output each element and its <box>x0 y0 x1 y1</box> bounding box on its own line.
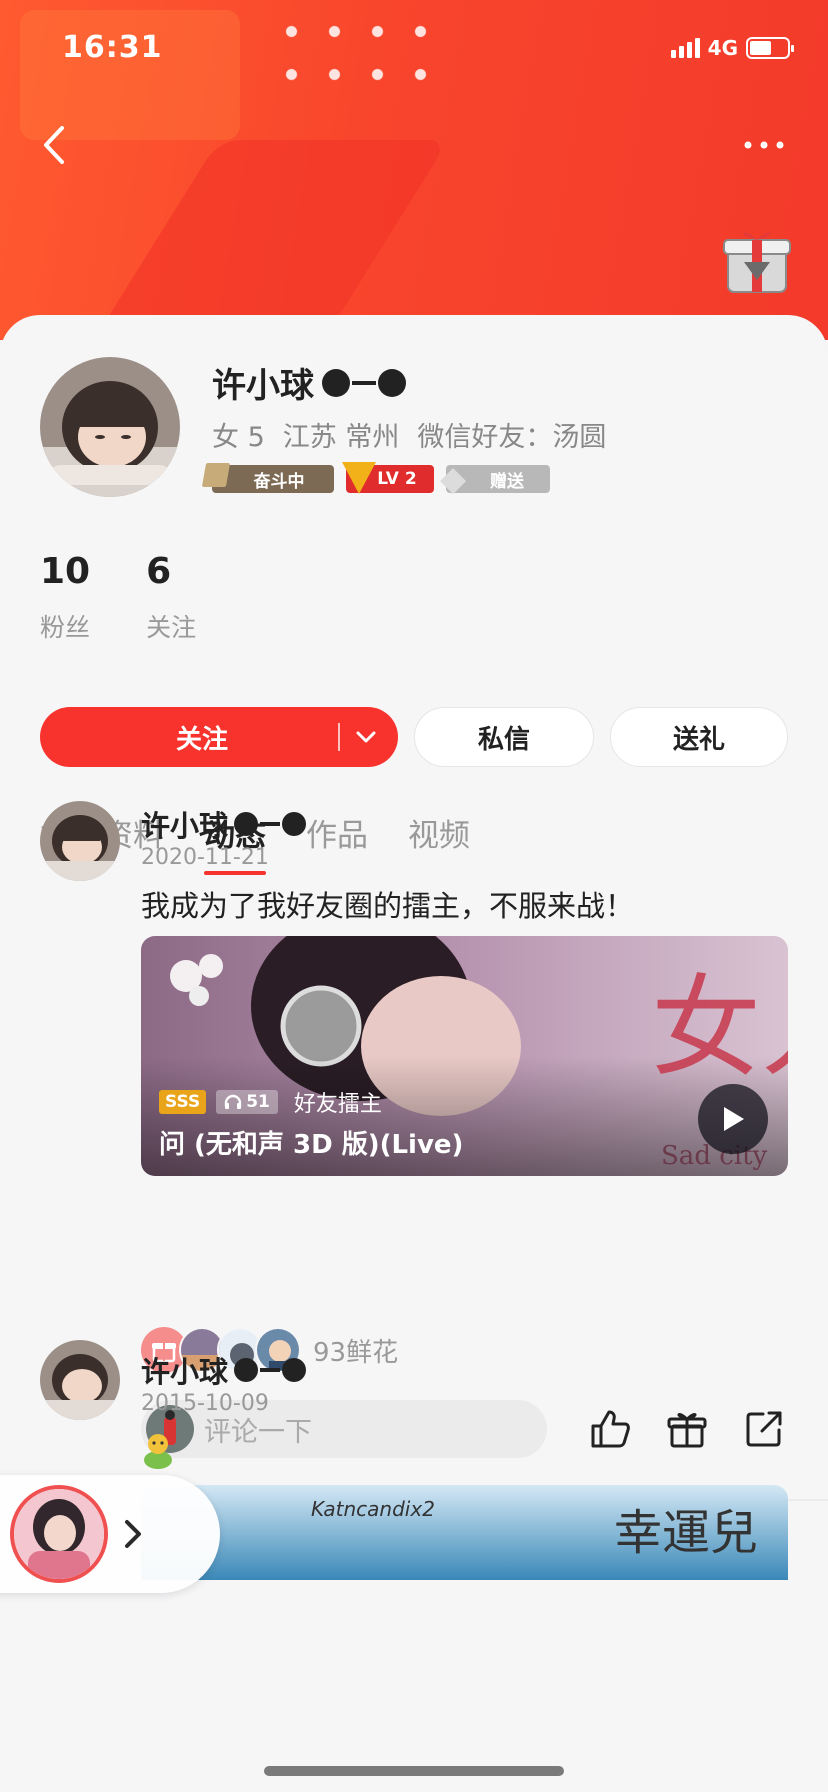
profile-name: 许小球 <box>212 358 406 407</box>
profile-header: 16:31 4G <box>0 0 828 340</box>
signal-icon <box>670 38 700 58</box>
fans-count: 10 <box>40 551 91 592</box>
following-label: 关注 <box>146 613 197 642</box>
back-icon <box>44 126 64 164</box>
badge-gift[interactable]: 赠送 <box>440 459 550 499</box>
friend-relation: 微信好友：汤圆 <box>417 422 607 453</box>
fans-label: 粉丝 <box>40 613 91 642</box>
cover-text-big: 幸運兒 <box>613 1505 758 1561</box>
post-author[interactable]: 许小球 <box>141 803 307 845</box>
avatar-image <box>40 357 180 497</box>
name-decoration-icon <box>322 368 406 397</box>
chevron-right-icon[interactable] <box>118 1515 148 1553</box>
song-kind: 好友擂主 <box>293 1092 382 1117</box>
post-date: 2020-11-21 <box>141 845 269 870</box>
network-type: 4G <box>707 36 738 60</box>
share-icon[interactable] <box>743 1408 785 1450</box>
avatar[interactable] <box>40 357 180 497</box>
tab-video[interactable]: 视频 <box>408 810 470 875</box>
following-count: 6 <box>146 551 172 592</box>
stat-fans[interactable]: 10 粉丝 <box>40 551 90 644</box>
location: 江苏 常州 <box>282 422 400 453</box>
play-button[interactable] <box>698 1084 768 1154</box>
gift-box-button[interactable] <box>722 222 792 296</box>
player-cover <box>10 1485 108 1583</box>
song-meta: SSS 51 好友擂主 <box>159 1086 382 1118</box>
stat-following[interactable]: 6 关注 <box>146 551 196 644</box>
post-text: 我成为了我好友圈的擂主，不服来战！ <box>141 889 635 923</box>
message-button[interactable]: 私信 <box>414 707 594 767</box>
song-card-2[interactable]: Katncandix2 幸運兒 <box>141 1485 788 1580</box>
rating-badge: SSS <box>159 1090 207 1114</box>
play-icon <box>724 1107 744 1131</box>
header-dots <box>270 10 430 110</box>
badge-level[interactable]: LV 2 <box>342 462 434 494</box>
battery-icon <box>746 37 794 59</box>
name-decoration-icon <box>234 812 307 836</box>
header-decoration <box>81 140 449 340</box>
song-title: 问 (无和声 3D 版)(Live) <box>159 1130 464 1160</box>
headphones-icon <box>225 1094 242 1109</box>
gift-icon[interactable] <box>666 1408 708 1450</box>
tab-works[interactable]: 作品 <box>306 810 368 875</box>
floating-player[interactable] <box>0 1475 220 1593</box>
emoji-icon <box>144 1434 172 1469</box>
like-icon[interactable] <box>589 1408 631 1450</box>
post-author[interactable]: 许小球 <box>141 1349 307 1391</box>
badge-struggle[interactable]: 奋斗中 <box>212 465 334 493</box>
badge-row: 奋斗中 LV 2 赠送 <box>212 459 550 499</box>
more-button[interactable] <box>740 130 788 160</box>
action-buttons: 关注 私信 送礼 <box>40 707 788 767</box>
chevron-down-icon[interactable] <box>352 723 380 751</box>
stats-row: 10 粉丝 6 关注 <box>40 551 196 644</box>
post-avatar[interactable] <box>40 801 120 881</box>
profile-name-text: 许小球 <box>212 366 314 406</box>
cover-text-small: Katncandix2 <box>311 1497 435 1521</box>
follow-button-label: 关注 <box>175 724 228 755</box>
home-indicator <box>264 1766 564 1776</box>
send-gift-button[interactable]: 送礼 <box>610 707 788 767</box>
post-date: 2015-10-09 <box>141 1391 269 1416</box>
plays-badge: 51 <box>216 1090 278 1114</box>
back-button[interactable] <box>36 120 76 170</box>
flowers-count: 93鲜花 <box>313 1337 399 1368</box>
status-time: 16:31 <box>62 30 163 65</box>
gender: 女 <box>212 422 239 453</box>
gift-box-icon <box>723 232 791 293</box>
age: 5 <box>247 422 265 453</box>
name-decoration-icon <box>234 1358 307 1382</box>
follow-button[interactable]: 关注 <box>40 707 398 767</box>
song-card[interactable]: 女人 Sad city SSS 51 好友擂主 问 (无和声 3D 版)(Liv… <box>141 936 788 1176</box>
profile-subinfo: 女 5 江苏 常州 微信好友：汤圆 <box>212 415 606 454</box>
post-avatar-image <box>40 1340 120 1420</box>
cover-big-text: 女人 <box>651 964 788 1092</box>
status-bar-right: 4G <box>670 36 794 60</box>
more-icon <box>744 141 784 149</box>
